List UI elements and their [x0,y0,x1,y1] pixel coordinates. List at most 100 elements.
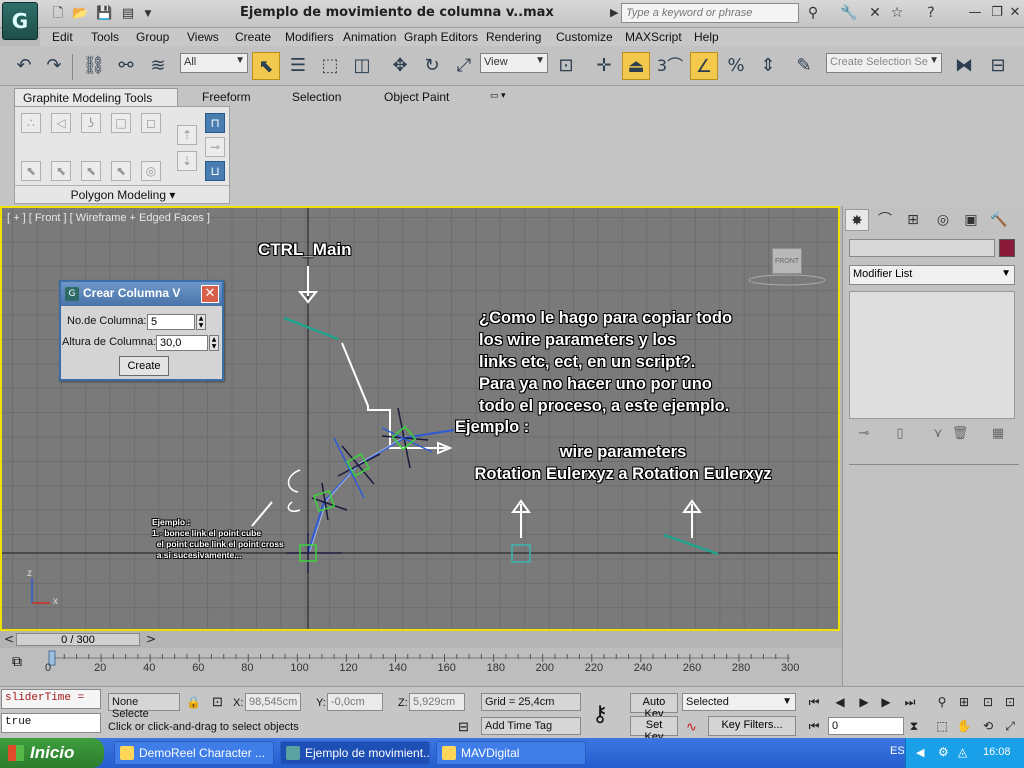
y-coordinate-field[interactable]: -0,0cm [327,693,383,711]
zoom-icon[interactable]: ⚲ [934,695,950,709]
save-icon[interactable]: 💾 [96,6,112,22]
help-icon[interactable]: ? [922,5,940,21]
play-icon[interactable]: ▶ [856,695,872,709]
border-icon[interactable]: ʖ [81,113,101,133]
mirror-icon[interactable]: ⧓ [950,52,978,80]
menu-maxscript[interactable]: MAXScript [625,30,682,44]
star-icon[interactable]: ☆ [888,5,906,21]
taskbar-item-mavdigital[interactable]: MAVDigital [436,741,586,765]
language-indicator[interactable]: ES [890,745,905,757]
display-panel-tab-icon[interactable]: ▣ [959,209,983,231]
dialog-close-button[interactable]: ✕ [201,285,219,303]
rectangular-selection-icon[interactable]: ⬚ [316,52,344,80]
absolute-mode-icon[interactable]: ⊡ [212,694,223,710]
menu-animation[interactable]: Animation [343,30,396,44]
unlink-icon[interactable]: ⚯ [112,52,140,80]
polygon-icon[interactable]: □ [111,113,131,133]
start-button[interactable]: Inicio [0,738,104,768]
go-to-end-icon[interactable]: ⏭ [902,695,918,710]
manipulate-icon[interactable]: ✛ [590,52,618,80]
ribbon-options-icon[interactable]: ▭ ▾ [482,88,514,106]
close-window-icon[interactable]: ✕ [1008,5,1022,20]
keyboard-shortcut-override-icon[interactable]: ⏏ [622,52,650,80]
create-panel-tab-icon[interactable]: ✸ [845,209,869,231]
modifier-list-select[interactable]: Modifier List ▼ [849,265,1015,285]
project-folder-icon[interactable]: ▤ [120,6,136,22]
maximize-viewport-icon[interactable]: ⤢ [1002,719,1018,734]
polygon-modeling-label[interactable]: Polygon Modeling ▾ [15,185,231,203]
title-expand-icon[interactable]: ▶ [610,6,618,19]
z-coordinate-field[interactable]: 5,929cm [409,693,465,711]
configure-modifier-sets-icon[interactable]: ▦ [989,426,1007,441]
element-icon[interactable]: ◻ [141,113,161,133]
use-nurms-icon[interactable]: ◎ [141,161,161,181]
x-coordinate-field[interactable]: 98,545cm [245,693,301,711]
pan-icon[interactable]: ✋ [956,719,972,733]
taskbar-item-3dsmax[interactable]: Ejemplo de movimient... [280,741,430,765]
search-input[interactable] [621,3,799,23]
zoom-extents-icon[interactable]: ⊡ [980,695,996,709]
communication-center-icon[interactable]: 🔧 [840,5,858,21]
height-spinner-input[interactable]: 30,0 [156,335,208,351]
repeat-last-icon[interactable]: ⬉ [51,161,71,181]
front-viewport[interactable]: [ + ] [ Front ] [ Wireframe + Edged Face… [0,206,840,631]
tray-expand-icon[interactable]: ◀ [916,746,924,759]
quick-access-dropdown-icon[interactable]: ▼ [140,6,156,22]
select-object-icon[interactable]: ⬉ [252,52,280,80]
menu-help[interactable]: Help [694,30,719,44]
favorites-icon[interactable]: ✕ [866,5,884,21]
edit-named-selection-icon[interactable]: ✎ [790,52,818,80]
collapse-icon[interactable]: ⬉ [111,161,131,181]
minimize-icon[interactable]: — [968,5,982,20]
next-frame-icon[interactable]: ▶ [878,695,894,709]
auto-key-button[interactable]: Auto Key [630,693,678,720]
window-crossing-icon[interactable]: ◫ [348,52,376,80]
taskbar-item-demoreel[interactable]: DemoReel Character ... [114,741,274,765]
modify-panel-tab-icon[interactable]: ⌒ [873,209,897,231]
create-button[interactable]: Create [119,356,169,376]
time-slider[interactable]: 0 / 300 [16,633,140,646]
menu-views[interactable]: Views [187,30,219,44]
reference-coordinate-select[interactable]: View ▼ [480,53,548,73]
columns-spinner-arrows[interactable]: ▲ ▼ [196,314,206,330]
pin-stack-icon[interactable]: ⊸ [205,137,225,157]
tab-graphite-modeling-tools[interactable]: Graphite Modeling Tools [14,88,178,106]
angle-snap-icon[interactable]: ∠ [690,52,718,80]
tab-freeform[interactable]: Freeform [194,88,259,106]
scale-icon[interactable]: ⤢ [450,52,478,80]
tab-object-paint[interactable]: Object Paint [376,88,457,106]
percent-snap-icon[interactable]: % [722,52,750,80]
viewcube[interactable]: FRONT [772,248,802,274]
menu-group[interactable]: Group [136,30,169,44]
align-icon[interactable]: ⊟ [984,52,1012,80]
set-key-button[interactable]: Set Key [630,716,678,743]
height-spinner-arrows[interactable]: ▲ ▼ [209,335,219,351]
tray-app-icon[interactable]: ⚙ [938,745,949,759]
default-tangents-icon[interactable]: ∿ [686,719,697,735]
named-selection-set-input[interactable]: Create Selection Se ▼ [826,53,942,73]
remove-modifier-icon[interactable]: 🗑 [951,426,969,441]
app-logo-icon[interactable]: G [2,2,38,40]
menu-tools[interactable]: Tools [91,30,119,44]
set-keys-icon[interactable]: ⚷ [592,701,608,727]
add-time-tag-button[interactable]: Add Time Tag [481,717,581,735]
new-file-icon[interactable]: 🗋 [50,6,66,22]
redo-icon[interactable]: ↷ [40,52,68,80]
rotate-icon[interactable]: ↻ [418,52,446,80]
key-filters-button[interactable]: Key Filters... [708,716,796,736]
menu-graph-editors[interactable]: Graph Editors [404,30,478,44]
open-file-icon[interactable]: 📂 [72,6,88,22]
spinner-snap-icon[interactable]: ⇕ [754,52,782,80]
key-mode-toggle-icon[interactable]: ⏮ [806,719,822,734]
show-end-result-icon[interactable]: ⊓ [205,113,225,133]
quickslice-icon[interactable]: ⬉ [81,161,101,181]
columns-spinner-input[interactable]: 5 [147,314,195,330]
move-icon[interactable]: ✥ [386,52,414,80]
toggle-modifier-icon[interactable]: ⊔ [205,161,225,181]
go-to-start-icon[interactable]: ⏮ [806,695,822,710]
restore-icon[interactable]: ❐ [990,5,1004,20]
orbit-icon[interactable]: ⟲ [980,719,996,733]
vertex-icon[interactable]: ∴ [21,113,41,133]
time-configuration-icon[interactable]: ⧗ [906,719,922,734]
previous-frame-icon[interactable]: ◀ [832,695,848,709]
